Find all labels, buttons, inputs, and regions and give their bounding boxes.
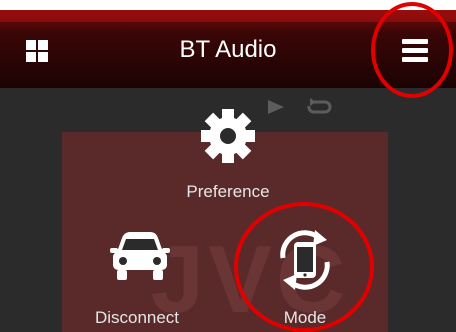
screenshot: BT Audio JVC Preference Disconnect Mode xyxy=(0,0,456,332)
repeat-icon[interactable] xyxy=(306,96,332,116)
highlight-circle-mode xyxy=(234,202,374,332)
gear-icon xyxy=(201,109,255,163)
page-title: BT Audio xyxy=(179,36,277,63)
disconnect-button[interactable]: Disconnect xyxy=(82,230,192,332)
car-icon xyxy=(110,232,170,280)
apps-grid-icon[interactable] xyxy=(26,40,48,62)
preference-button[interactable]: Preference xyxy=(168,106,288,216)
disconnect-label: Disconnect xyxy=(94,308,180,327)
preference-label: Preference xyxy=(186,182,270,201)
highlight-circle-menu xyxy=(371,2,453,98)
